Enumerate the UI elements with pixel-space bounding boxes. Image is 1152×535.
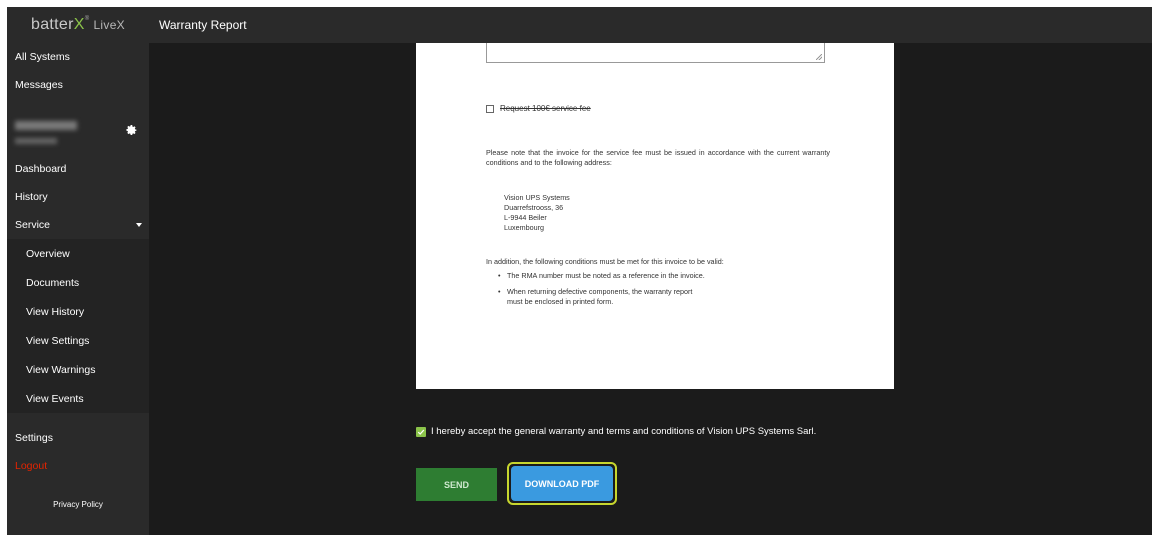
system-selector[interactable] — [7, 111, 149, 161]
system-id-blurred — [15, 121, 77, 130]
request-fee-label: Request 100€ service fee — [500, 104, 591, 113]
invoice-note: Please note that the invoice for the ser… — [486, 148, 830, 167]
sidebar-item-documents[interactable]: Documents — [7, 268, 149, 297]
service-submenu: Overview Documents View History View Set… — [7, 239, 149, 413]
page-title: Warranty Report — [159, 18, 247, 32]
comment-textarea[interactable] — [486, 43, 825, 63]
page-header: Warranty Report — [149, 7, 1152, 43]
logo-trademark: ® — [84, 16, 90, 22]
privacy-policy-link[interactable]: Privacy Policy — [7, 500, 149, 509]
chevron-down-icon — [136, 223, 142, 227]
app-window: batter X ® LiveX All Systems Messages Dash… — [7, 7, 1152, 535]
send-button[interactable]: SEND — [416, 468, 497, 501]
condition-item: • The RMA number must be noted as a refe… — [498, 271, 705, 281]
logo-x: X — [73, 16, 85, 33]
sidebar-item-all-systems[interactable]: All Systems — [7, 43, 149, 71]
accept-terms-checkbox[interactable] — [416, 426, 426, 437]
sidebar-bottom-nav: Settings Logout — [7, 424, 149, 480]
condition-text: The RMA number must be noted as a refere… — [507, 271, 705, 280]
sidebar-item-messages[interactable]: Messages — [7, 71, 149, 99]
sidebar-item-view-events[interactable]: View Events — [7, 384, 149, 413]
sidebar-item-logout[interactable]: Logout — [7, 452, 149, 480]
warranty-report-panel: Request 100€ service fee Please note tha… — [416, 43, 894, 389]
logo-text: batter — [31, 16, 74, 33]
invoice-address: Vision UPS Systems Duarrefstrooss, 36 L-… — [504, 193, 570, 233]
sidebar-item-view-settings[interactable]: View Settings — [7, 326, 149, 355]
sidebar-item-service-label: Service — [15, 219, 51, 231]
logo-livex: LiveX — [93, 18, 125, 32]
accept-terms[interactable]: I hereby accept the general warranty and… — [416, 426, 816, 437]
condition-text: must be enclosed in printed form. — [507, 297, 614, 306]
address-line: Vision UPS Systems — [504, 193, 570, 202]
sidebar-item-view-history[interactable]: View History — [7, 297, 149, 326]
system-owner-blurred — [15, 138, 57, 144]
sidebar-item-view-warnings[interactable]: View Warnings — [7, 355, 149, 384]
address-line: L-9944 Beiler — [504, 213, 547, 222]
request-fee-option[interactable]: Request 100€ service fee — [486, 104, 591, 113]
checkmark-icon — [417, 429, 425, 435]
sidebar-item-history[interactable]: History — [7, 183, 149, 211]
bullet-icon: • — [498, 271, 501, 280]
gear-icon[interactable] — [124, 122, 138, 136]
conditions-intro: In addition, the following conditions mu… — [486, 257, 724, 266]
download-pdf-button[interactable]: DOWNLOAD PDF — [511, 466, 613, 501]
sidebar-main-nav: Dashboard History Service Overview Docum… — [7, 155, 149, 413]
accept-terms-label: I hereby accept the general warranty and… — [431, 426, 817, 437]
sidebar-top-nav: All Systems Messages — [7, 43, 149, 99]
main-content: Request 100€ service fee Please note tha… — [149, 43, 1152, 535]
sidebar: batter X ® LiveX All Systems Messages Dash… — [7, 7, 149, 535]
condition-text: When returning defective components, the… — [507, 287, 693, 296]
sidebar-item-service[interactable]: Service — [7, 211, 149, 239]
condition-item: • When returning defective components, t… — [498, 287, 692, 307]
address-line: Duarrefstrooss, 36 — [504, 203, 564, 212]
sidebar-item-overview[interactable]: Overview — [7, 239, 149, 268]
sidebar-item-settings[interactable]: Settings — [7, 424, 149, 452]
bullet-icon: • — [498, 287, 501, 296]
logo: batter X ® LiveX — [7, 7, 149, 43]
request-fee-checkbox[interactable] — [486, 104, 494, 113]
sidebar-item-dashboard[interactable]: Dashboard — [7, 155, 149, 183]
address-line: Luxembourg — [504, 223, 544, 232]
